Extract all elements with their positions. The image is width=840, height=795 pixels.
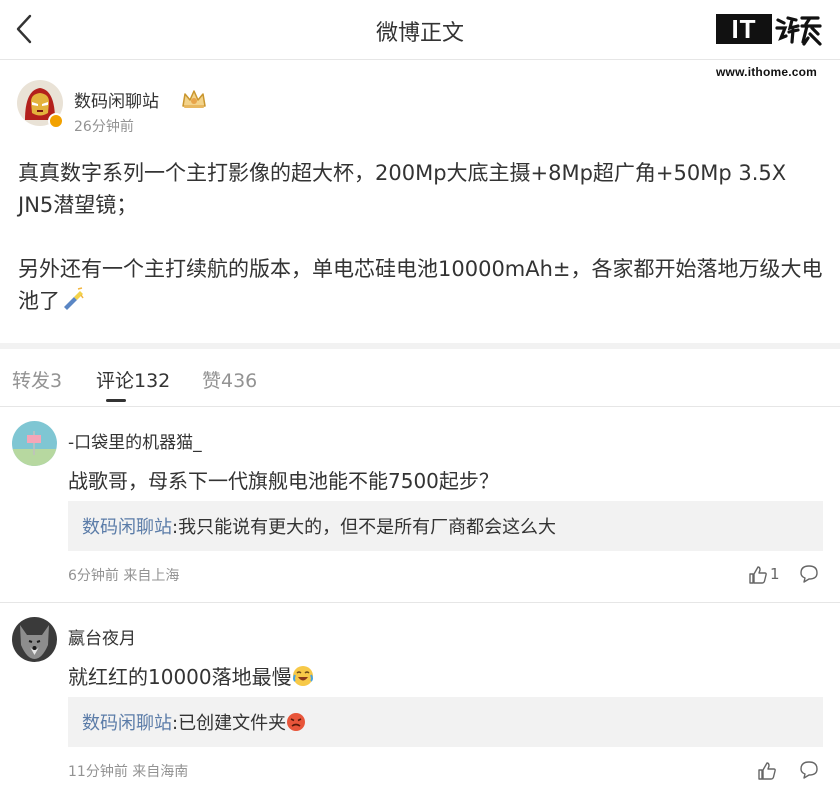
reply-button[interactable] — [799, 760, 821, 782]
flashlight-emoji-icon — [64, 287, 84, 310]
comment-author[interactable]: 嬴台夜月 — [68, 624, 136, 649]
reply-text: :已创建文件夹 — [172, 713, 287, 734]
flag-avatar-icon — [12, 421, 57, 466]
verified-badge-icon — [48, 113, 64, 129]
comment-bubble-icon — [800, 565, 818, 583]
comment-author[interactable]: -口袋里的机器猫_ — [68, 428, 202, 453]
post-body: 真真数字系列一个主打影像的超大杯，200Mp大底主摄+8Mp超广角+50Mp 3… — [18, 157, 828, 317]
ithome-logo: IT www.ithome.com — [716, 14, 828, 79]
wolf-avatar-icon — [12, 617, 57, 662]
comment-text-content: 就红红的10000落地最慢 — [68, 665, 292, 689]
crown-badge-icon[interactable] — [180, 88, 208, 110]
reply-text: :我只能说有更大的，但不是所有厂商都会这么大 — [172, 517, 557, 538]
tab-reposts[interactable]: 转发3 — [12, 366, 62, 393]
reply-author[interactable]: 数码闲聊站 — [82, 713, 172, 734]
active-tab-indicator — [106, 399, 126, 402]
reply-author[interactable]: 数码闲聊站 — [82, 517, 172, 538]
post-paragraph-1: 真真数字系列一个主打影像的超大杯，200Mp大底主摄+8Mp超广角+50Mp 3… — [18, 161, 793, 217]
thumbs-up-icon — [749, 566, 767, 584]
comment-separator — [0, 602, 840, 603]
commenter-avatar[interactable] — [12, 421, 57, 466]
reply-content: 数码闲聊站:已创建文件夹 — [82, 709, 306, 735]
tab-likes[interactable]: 赞436 — [202, 366, 257, 393]
logo-seal-icon — [775, 16, 822, 46]
comment-text: 就红红的10000落地最慢 — [68, 661, 314, 690]
reply-button[interactable] — [799, 564, 821, 586]
comment-meta: 11分钟前 来自海南 — [68, 764, 189, 780]
angry-emoji-icon — [287, 713, 306, 731]
like-count: 1 — [770, 565, 780, 583]
laugh-cry-emoji-icon — [292, 666, 313, 686]
like-button[interactable] — [757, 760, 801, 782]
reply-box[interactable]: 数码闲聊站:我只能说有更大的，但不是所有厂商都会这么大 — [68, 501, 823, 551]
reply-box[interactable]: 数码闲聊站:已创建文件夹 — [68, 697, 823, 747]
post-tabs: 转发3 评论132 赞436 — [0, 349, 840, 407]
commenter-avatar[interactable] — [12, 617, 57, 662]
comment-bubble-icon — [800, 761, 818, 779]
post-time: 26分钟前 — [74, 119, 134, 135]
page-title: 微博正文 — [375, 21, 464, 46]
thumbs-up-icon — [758, 762, 776, 780]
like-button[interactable]: 1 — [748, 564, 792, 586]
reply-content: 数码闲聊站:我只能说有更大的，但不是所有厂商都会这么大 — [82, 513, 556, 539]
post-paragraph-2: 另外还有一个主打续航的版本，单电芯硅电池10000mAh±，各家都开始落地万级大… — [18, 257, 823, 313]
comment-text: 战歌哥，母系下一代旗舰电池能不能7500起步？ — [68, 469, 499, 493]
top-bar: 微博正文 IT www.ithome.com — [0, 0, 840, 79]
logo-it-text: IT — [716, 14, 772, 44]
comment-meta: 6分钟前 来自上海 — [68, 568, 180, 584]
tab-comments[interactable]: 评论132 — [96, 366, 170, 393]
logo-url: www.ithome.com — [716, 65, 818, 79]
post-author-name[interactable]: 数码闲聊站 — [74, 87, 159, 112]
